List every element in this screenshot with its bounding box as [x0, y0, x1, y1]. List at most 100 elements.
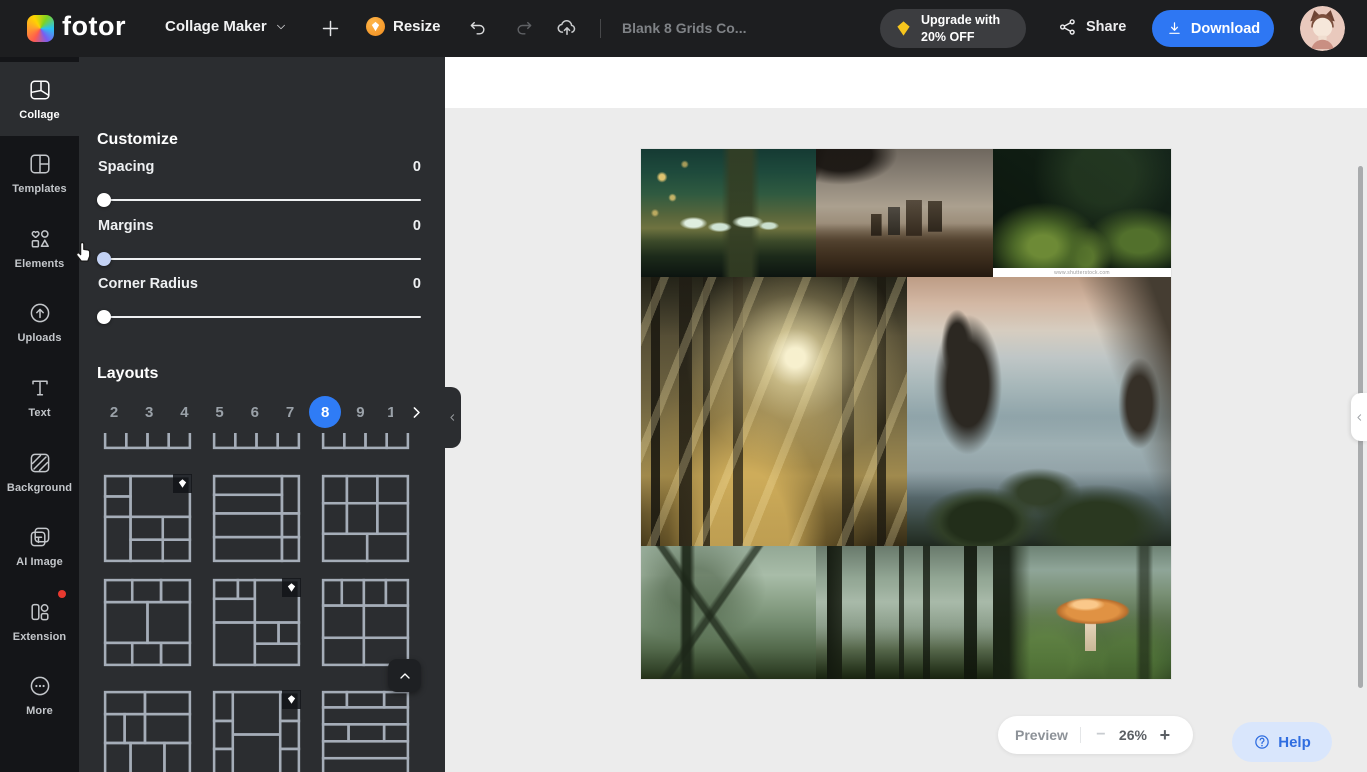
pro-diamond-badge	[282, 690, 301, 709]
collage-image-orange-mushroom[interactable]	[993, 546, 1171, 679]
brand-wordmark: fotor	[62, 11, 126, 42]
ai-image-icon	[28, 525, 52, 549]
layout-thumbnail[interactable]	[321, 433, 410, 450]
grid-tab-4[interactable]: 4	[168, 396, 200, 428]
sidebar-item-templates[interactable]: Templates	[0, 137, 79, 211]
layout-thumbnail[interactable]	[321, 690, 410, 772]
grid-tab-2[interactable]: 2	[98, 396, 130, 428]
slider-track[interactable]	[98, 258, 421, 260]
sidebar-item-label: Collage	[19, 109, 59, 121]
sidebar-item-elements[interactable]: Elements	[0, 211, 79, 285]
slider-label: Margins	[98, 218, 154, 234]
layout-thumbnail[interactable]	[103, 433, 192, 450]
slider-label: Spacing	[98, 159, 154, 175]
upgrade-line2: 20% OFF	[921, 30, 975, 44]
layout-thumbnail[interactable]	[103, 578, 192, 667]
sidebar-item-label: Uploads	[17, 332, 61, 344]
grid-tab-3[interactable]: 3	[133, 396, 165, 428]
sidebar-item-ai-image[interactable]: AI Image	[0, 510, 79, 584]
sidebar-item-background[interactable]: Background	[0, 435, 79, 509]
layout-thumbnail-pro[interactable]	[103, 474, 192, 563]
layout-thumbnail-pro[interactable]	[212, 578, 301, 667]
panel-collapse-handle[interactable]	[443, 387, 461, 448]
templates-icon	[28, 152, 52, 176]
sidebar-item-text[interactable]: Text	[0, 360, 79, 434]
resize-gem-icon	[366, 17, 385, 36]
fotor-logo-icon[interactable]	[27, 15, 54, 42]
grid-tab-6[interactable]: 6	[239, 396, 271, 428]
layout-thumbnail-pro[interactable]	[212, 690, 301, 772]
zoom-out-button[interactable]: −	[1093, 726, 1109, 744]
sidebar-item-label: Elements	[15, 258, 65, 270]
layout-thumbnail[interactable]	[212, 433, 301, 450]
slider-corner-radius: Corner Radius0	[98, 274, 421, 330]
cloud-save-icon[interactable]	[556, 17, 578, 39]
sidebar-item-label: More	[26, 705, 53, 717]
right-edge-collapse-handle[interactable]	[1351, 393, 1367, 441]
upgrade-line1: Upgrade with	[921, 13, 1000, 27]
help-button[interactable]: Help	[1232, 722, 1332, 762]
layout-thumbnail[interactable]	[321, 474, 410, 563]
share-button[interactable]: Share	[1058, 17, 1126, 37]
user-avatar[interactable]	[1300, 6, 1345, 51]
zoom-level: 26%	[1109, 727, 1157, 743]
undo-button[interactable]	[468, 18, 488, 38]
tool-switcher[interactable]: Collage Maker	[165, 18, 287, 35]
redo-button[interactable]	[514, 18, 534, 38]
collage-image-foggy-graveyard[interactable]	[816, 149, 993, 277]
slider-handle[interactable]	[97, 310, 111, 324]
more-icon	[28, 674, 52, 698]
layout-thumbnail[interactable]	[212, 474, 301, 563]
new-project-button[interactable]	[320, 18, 341, 39]
customize-title: Customize	[97, 131, 178, 149]
sidebar-item-extension[interactable]: Extension	[0, 584, 79, 658]
sidebar-item-more[interactable]: More	[0, 659, 79, 733]
sidebar-item-label: AI Image	[16, 556, 63, 568]
slider-track[interactable]	[98, 316, 421, 318]
grid-tab-5[interactable]: 5	[204, 396, 236, 428]
collage-image-dark-foggy-trunks[interactable]	[816, 546, 993, 679]
tool-name: Collage Maker	[165, 18, 267, 35]
toolbar-divider	[600, 19, 601, 38]
slider-track[interactable]	[98, 199, 421, 201]
sidebar-item-label: Extension	[13, 631, 66, 643]
download-icon	[1166, 20, 1183, 37]
collage-icon	[28, 78, 52, 102]
pro-diamond-badge	[282, 578, 301, 597]
resize-button[interactable]: Resize	[366, 17, 441, 36]
sidebar-item-label: Text	[28, 407, 50, 419]
grid-tab-7[interactable]: 7	[274, 396, 306, 428]
document-title[interactable]: Blank 8 Grids Co...	[622, 20, 746, 36]
grid-tab-9[interactable]: 9	[344, 396, 376, 428]
sidebar-item-uploads[interactable]: Uploads	[0, 286, 79, 360]
scroll-to-top-button[interactable]	[388, 659, 421, 692]
tabs-next-chevron-icon[interactable]	[408, 404, 425, 421]
collage-panel: Customize Spacing0Margins0Corner Radius0…	[79, 57, 445, 772]
top-bar: fotor Collage Maker Resize Blank 8 Grids…	[0, 0, 1367, 57]
zoom-in-button[interactable]: +	[1157, 725, 1173, 746]
layout-thumbnail[interactable]	[321, 578, 410, 667]
sidebar-item-label: Templates	[12, 183, 67, 195]
collage-image-foggy-gnarled-tree[interactable]	[641, 546, 816, 679]
sidebar: Collage Templates Elements Uploads Text Backg…	[0, 57, 79, 772]
collage-artboard[interactable]: www.shutterstock.com	[641, 149, 1171, 679]
grid-tab-10[interactable]: 10	[380, 396, 393, 428]
slider-spacing: Spacing0	[98, 157, 421, 213]
slider-handle[interactable]	[97, 193, 111, 207]
collage-image-coastal-sea-stacks[interactable]	[907, 277, 1171, 546]
stock-watermark: www.shutterstock.com	[993, 268, 1171, 277]
grid-tab-8[interactable]: 8	[309, 396, 341, 428]
preview-button[interactable]: Preview	[1015, 727, 1068, 743]
slider-handle[interactable]	[97, 252, 111, 266]
layout-thumbnail[interactable]	[103, 690, 192, 772]
uploads-icon	[28, 301, 52, 325]
canvas-area: www.shutterstock.com Preview − 26% + Hel…	[445, 57, 1367, 772]
background-icon	[28, 451, 52, 475]
layouts-title: Layouts	[97, 365, 158, 383]
upgrade-button[interactable]: Upgrade with 20% OFF	[880, 9, 1026, 48]
collage-image-mossy-forest-mushrooms[interactable]	[641, 149, 816, 277]
sidebar-item-collage[interactable]: Collage	[0, 62, 79, 136]
collage-image-dark-moss-rocks[interactable]: www.shutterstock.com	[993, 149, 1171, 277]
collage-image-sunbeam-forest[interactable]	[641, 277, 907, 546]
download-button[interactable]: Download	[1152, 10, 1274, 47]
